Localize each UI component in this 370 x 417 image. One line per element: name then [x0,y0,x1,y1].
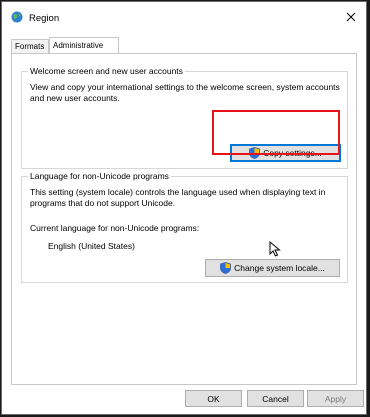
current-language-value: English (United States) [48,241,135,251]
ok-button[interactable]: OK [185,390,242,407]
uac-shield-icon [220,262,232,274]
dialog-footer: OK Cancel Apply [2,384,366,414]
unicode-description: This setting (system locale) controls th… [30,187,326,208]
welcome-description: View and copy your international setting… [30,82,340,103]
apply-button[interactable]: Apply [307,390,364,407]
close-button[interactable] [336,2,366,32]
change-system-locale-label: Change system locale... [234,263,325,273]
mouse-cursor-icon [269,240,281,259]
window-title: Region [29,13,60,24]
change-system-locale-button[interactable]: Change system locale... [205,259,340,277]
close-icon [346,12,356,22]
non-unicode-group: Language for non-Unicode programs This s… [21,171,348,283]
welcome-group-legend: Welcome screen and new user accounts [28,66,185,76]
globe-icon [11,11,23,23]
tab-formats[interactable]: Formats [11,39,49,53]
tab-panel-administrative: Welcome screen and new user accounts Vie… [11,53,357,385]
current-language-label: Current language for non-Unicode program… [30,223,200,233]
region-dialog: Region Formats Administrative Welcome sc… [1,1,367,415]
cancel-button[interactable]: Cancel [247,390,304,407]
tab-administrative[interactable]: Administrative [49,37,119,54]
title-bar[interactable]: Region [2,2,366,32]
unicode-group-legend: Language for non-Unicode programs [28,171,171,181]
red-highlight-box [212,110,340,155]
